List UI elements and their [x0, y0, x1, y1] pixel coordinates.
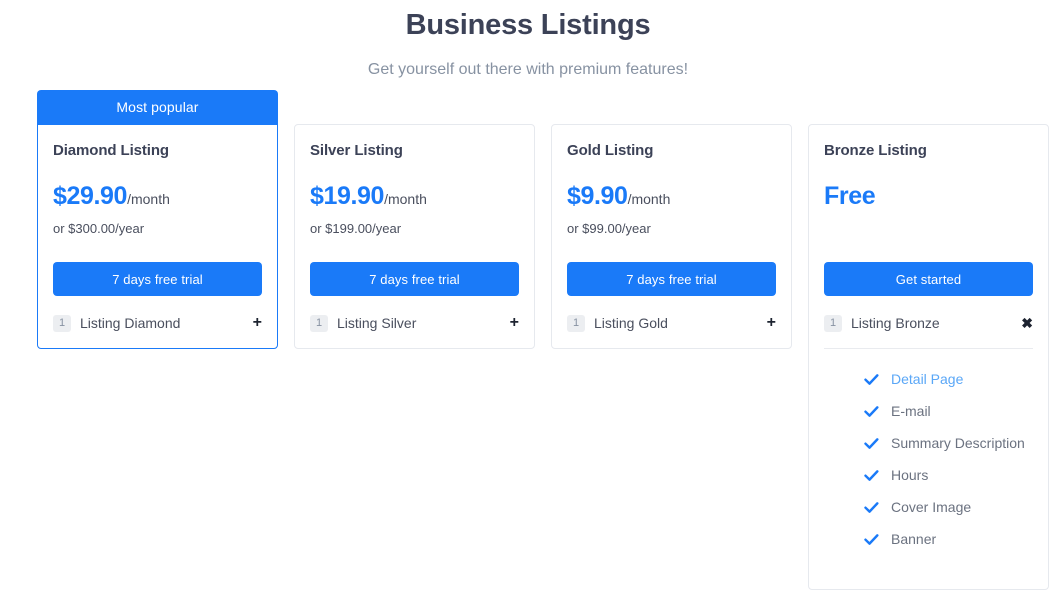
plan-quantity-row: 1Listing Silver+ — [310, 312, 519, 334]
quantity-label: Listing Diamond — [71, 315, 247, 331]
card-body: Silver Listing$19.90/monthor $199.00/yea… — [294, 124, 535, 349]
plan-price-row: $29.90/month — [53, 161, 262, 213]
plan-price-period: /month — [628, 191, 671, 207]
check-icon — [864, 532, 879, 547]
plan-price-row: $9.90/month — [567, 161, 776, 213]
plan-yearly-price: or $300.00/year — [53, 213, 262, 238]
pricing-card-gold: Gold Listing$9.90/monthor $99.00/year7 d… — [551, 90, 792, 349]
feature-item: Detail Page — [864, 363, 1033, 395]
quantity-badge: 1 — [824, 315, 842, 332]
feature-item: Banner — [864, 523, 1033, 555]
quantity-badge: 1 — [53, 315, 71, 332]
check-icon — [864, 404, 879, 419]
expand-features-icon[interactable]: + — [761, 315, 776, 331]
plan-cta-button[interactable]: 7 days free trial — [53, 262, 262, 296]
plan-price: $29.90 — [53, 182, 127, 210]
feature-item: Summary Description — [864, 427, 1033, 459]
most-popular-badge-label: Most popular — [116, 99, 198, 115]
plan-price: $9.90 — [567, 182, 628, 210]
feature-list: Detail Page E-mail Summary Description Hour… — [824, 349, 1033, 575]
plan-yearly-price: or $199.00/year — [310, 213, 519, 238]
feature-label: Hours — [879, 466, 928, 484]
plan-quantity-row: 1Listing Diamond+ — [53, 312, 262, 334]
page-header: Business Listings Get yourself out there… — [0, 0, 1056, 81]
feature-label[interactable]: Detail Page — [879, 370, 963, 388]
quantity-label: Listing Silver — [328, 315, 504, 331]
plan-name: Silver Listing — [310, 139, 519, 161]
feature-label: Banner — [879, 530, 936, 548]
quantity-badge: 1 — [567, 315, 585, 332]
feature-label: Cover Image — [879, 498, 971, 516]
card-body: Bronze Listing Free Get started 1Listing B… — [808, 124, 1049, 590]
plan-price-period: /month — [384, 191, 427, 207]
page-subtitle: Get yourself out there with premium feat… — [0, 44, 1056, 81]
check-icon — [864, 436, 879, 451]
feature-label: Summary Description — [879, 434, 1025, 452]
page-title: Business Listings — [0, 6, 1056, 44]
pricing-card-diamond: Most popularDiamond Listing$29.90/montho… — [37, 90, 278, 349]
plan-name: Bronze Listing — [824, 139, 1033, 161]
plan-price-row: Free — [824, 161, 1033, 213]
check-icon — [864, 468, 879, 483]
most-popular-badge: Most popular — [37, 90, 278, 124]
feature-item: Cover Image — [864, 491, 1033, 523]
pricing-card-silver: Silver Listing$19.90/monthor $199.00/yea… — [294, 90, 535, 349]
plan-price-row: $19.90/month — [310, 161, 519, 213]
plan-yearly-price: or $99.00/year — [567, 213, 776, 238]
check-icon — [864, 372, 879, 387]
plan-quantity-row: 1Listing Gold+ — [567, 312, 776, 334]
expand-features-icon[interactable]: + — [247, 315, 262, 331]
collapse-features-icon[interactable]: ✖ — [1015, 315, 1033, 331]
quantity-label: Listing Bronze — [842, 315, 1015, 331]
plan-name: Diamond Listing — [53, 139, 262, 161]
plan-yearly-price — [824, 213, 1033, 238]
expand-features-icon[interactable]: + — [504, 315, 519, 331]
quantity-label: Listing Gold — [585, 315, 761, 331]
check-icon — [864, 500, 879, 515]
plan-name: Gold Listing — [567, 139, 776, 161]
plan-cta-button[interactable]: 7 days free trial — [310, 262, 519, 296]
quantity-badge: 1 — [310, 315, 328, 332]
plan-quantity-row: 1Listing Bronze✖ — [824, 312, 1033, 334]
pricing-cards-row: Most popularDiamond Listing$29.90/montho… — [37, 90, 1047, 590]
plan-price-period: /month — [127, 191, 170, 207]
plan-cta-button[interactable]: Get started — [824, 262, 1033, 296]
feature-item: E-mail — [864, 395, 1033, 427]
plan-price: $19.90 — [310, 182, 384, 210]
feature-label: E-mail — [879, 402, 931, 420]
feature-item: Hours — [864, 459, 1033, 491]
plan-price: Free — [824, 182, 875, 210]
pricing-card-bronze: Bronze Listing Free Get started 1Listing B… — [808, 90, 1049, 590]
plan-cta-button[interactable]: 7 days free trial — [567, 262, 776, 296]
card-body: Gold Listing$9.90/monthor $99.00/year7 d… — [551, 124, 792, 349]
card-body: Diamond Listing$29.90/monthor $300.00/ye… — [37, 124, 278, 349]
